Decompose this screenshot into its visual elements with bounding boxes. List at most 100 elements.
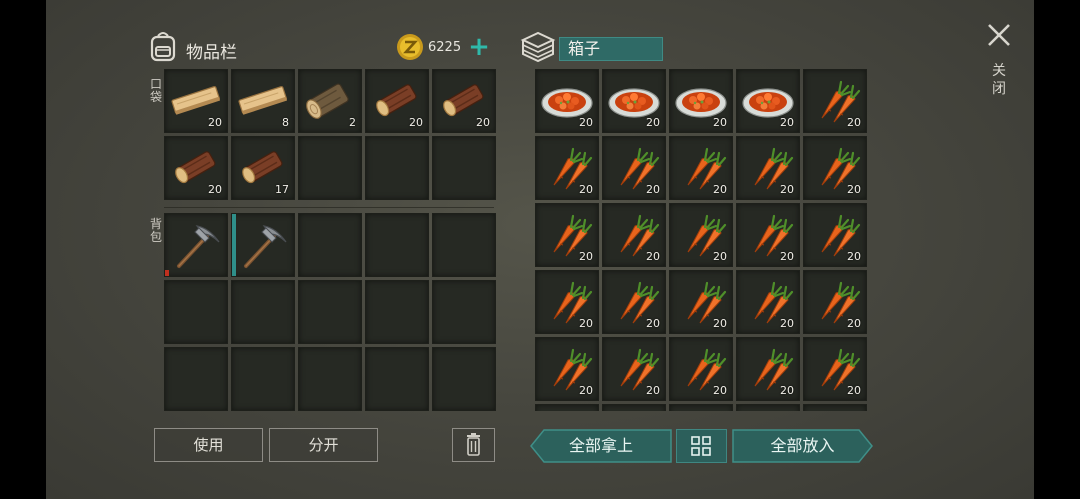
inventory-slot[interactable]: 20 — [736, 270, 800, 334]
put-all-button[interactable]: 全部放入 — [732, 429, 873, 463]
inventory-slot[interactable] — [602, 404, 666, 411]
inventory-slot[interactable] — [432, 136, 496, 200]
inventory-slot[interactable]: 20 — [602, 69, 666, 133]
inventory-slot[interactable] — [298, 347, 362, 411]
inventory-slot[interactable]: 20 — [803, 203, 867, 267]
inventory-slot[interactable] — [432, 213, 496, 277]
inventory-slot[interactable] — [365, 347, 429, 411]
inventory-slot[interactable] — [535, 404, 599, 411]
inventory-slot[interactable]: 20 — [602, 203, 666, 267]
inventory-slot[interactable]: 20 — [535, 337, 599, 401]
add-coins-button[interactable]: + — [466, 34, 492, 61]
inventory-slot[interactable]: 20 — [669, 337, 733, 401]
inventory-slot[interactable]: 2 — [298, 69, 362, 133]
coin-amount: 6225 — [428, 40, 462, 55]
inventory-slot[interactable]: 20 — [535, 270, 599, 334]
inventory-slot[interactable]: 20 — [803, 136, 867, 200]
inventory-slot[interactable] — [298, 136, 362, 200]
inventory-slot[interactable]: 20 — [736, 203, 800, 267]
inventory-slot[interactable]: 20 — [736, 69, 800, 133]
inventory-slot[interactable] — [365, 280, 429, 344]
item-quantity: 20 — [847, 183, 861, 196]
item-quantity: 20 — [780, 384, 794, 397]
item-quantity: 20 — [579, 116, 593, 129]
inventory-slot[interactable]: 8 — [231, 69, 295, 133]
inventory-slot[interactable]: 20 — [803, 69, 867, 133]
backpack-icon — [150, 32, 176, 62]
trash-button[interactable] — [452, 428, 495, 462]
inventory-title: 物品栏 — [186, 43, 237, 63]
inventory-slot[interactable] — [365, 213, 429, 277]
section-divider — [164, 207, 494, 208]
item-quantity: 20 — [780, 250, 794, 263]
inventory-slot[interactable]: 20 — [803, 270, 867, 334]
inventory-slot[interactable] — [365, 136, 429, 200]
inventory-slot[interactable]: 20 — [669, 136, 733, 200]
grid-sort-icon — [691, 436, 711, 456]
inventory-slot[interactable] — [736, 404, 800, 411]
inventory-slot[interactable]: 20 — [365, 69, 429, 133]
put-all-label: 全部放入 — [770, 436, 835, 455]
item-quantity: 20 — [579, 183, 593, 196]
take-all-label: 全部拿上 — [568, 436, 633, 455]
inventory-slot[interactable] — [432, 280, 496, 344]
item-quantity: 20 — [646, 116, 660, 129]
inventory-slot[interactable]: 17 — [231, 136, 295, 200]
close-icon[interactable] — [984, 20, 1014, 50]
inventory-slot[interactable] — [669, 404, 733, 411]
backpack-label: 背包 — [149, 217, 162, 244]
take-all-button[interactable]: 全部拿上 — [530, 429, 672, 463]
inventory-slot[interactable] — [164, 280, 228, 344]
item-quantity: 20 — [409, 116, 423, 129]
item-quantity: 20 — [579, 384, 593, 397]
item-quantity: 17 — [275, 183, 289, 196]
inventory-slot[interactable] — [231, 213, 295, 277]
inventory-slot[interactable]: 20 — [736, 337, 800, 401]
inventory-slot[interactable]: 20 — [736, 136, 800, 200]
item-quantity: 2 — [349, 116, 356, 129]
inventory-slot[interactable]: 20 — [602, 270, 666, 334]
inventory-slot[interactable]: 20 — [164, 69, 228, 133]
inventory-slot[interactable]: 20 — [803, 337, 867, 401]
item-quantity: 20 — [646, 250, 660, 263]
sort-button[interactable] — [676, 429, 727, 463]
item-quantity: 20 — [713, 250, 727, 263]
pocket-grid: 20 8 2 20 20 20 17 — [164, 69, 496, 200]
inventory-slot[interactable]: 20 — [669, 69, 733, 133]
inventory-slot[interactable] — [803, 404, 867, 411]
inventory-slot[interactable]: 20 — [602, 337, 666, 401]
inventory-slot[interactable]: 20 — [602, 136, 666, 200]
inventory-slot[interactable]: 20 — [669, 203, 733, 267]
inventory-slot[interactable] — [298, 213, 362, 277]
use-button[interactable]: 使用 — [154, 428, 263, 462]
item-quantity: 20 — [713, 116, 727, 129]
backpack-grid — [164, 213, 496, 411]
inventory-slot[interactable] — [164, 347, 228, 411]
split-button[interactable]: 分开 — [269, 428, 378, 462]
close-label[interactable]: 关闭 — [989, 62, 1009, 98]
inventory-slot[interactable]: 20 — [535, 203, 599, 267]
inventory-slot[interactable] — [298, 280, 362, 344]
pickaxe-icon — [177, 225, 220, 268]
item-quantity: 20 — [847, 317, 861, 330]
inventory-slot[interactable] — [432, 347, 496, 411]
inventory-slot[interactable] — [164, 213, 228, 277]
item-quantity: 20 — [646, 183, 660, 196]
item-quantity: 20 — [579, 250, 593, 263]
inventory-slot[interactable]: 20 — [535, 136, 599, 200]
item-quantity: 20 — [646, 317, 660, 330]
trash-icon — [467, 433, 480, 456]
inventory-slot[interactable]: 20 — [535, 69, 599, 133]
item-quantity: 20 — [476, 116, 490, 129]
inventory-slot[interactable]: 20 — [669, 270, 733, 334]
durability-bar — [232, 214, 236, 276]
inventory-slot[interactable] — [231, 280, 295, 344]
item-quantity: 20 — [713, 183, 727, 196]
inventory-slot[interactable]: 20 — [164, 136, 228, 200]
item-quantity: 8 — [282, 116, 289, 129]
item-quantity: 20 — [780, 183, 794, 196]
inventory-slot[interactable]: 20 — [432, 69, 496, 133]
chest-title: 箱子 — [559, 37, 663, 61]
chest-scroll-area[interactable]: 20 20 20 20 20 20 20 20 20 20 20 20 20 20 20 20 20 20 20 20… — [535, 69, 867, 411]
inventory-slot[interactable] — [231, 347, 295, 411]
